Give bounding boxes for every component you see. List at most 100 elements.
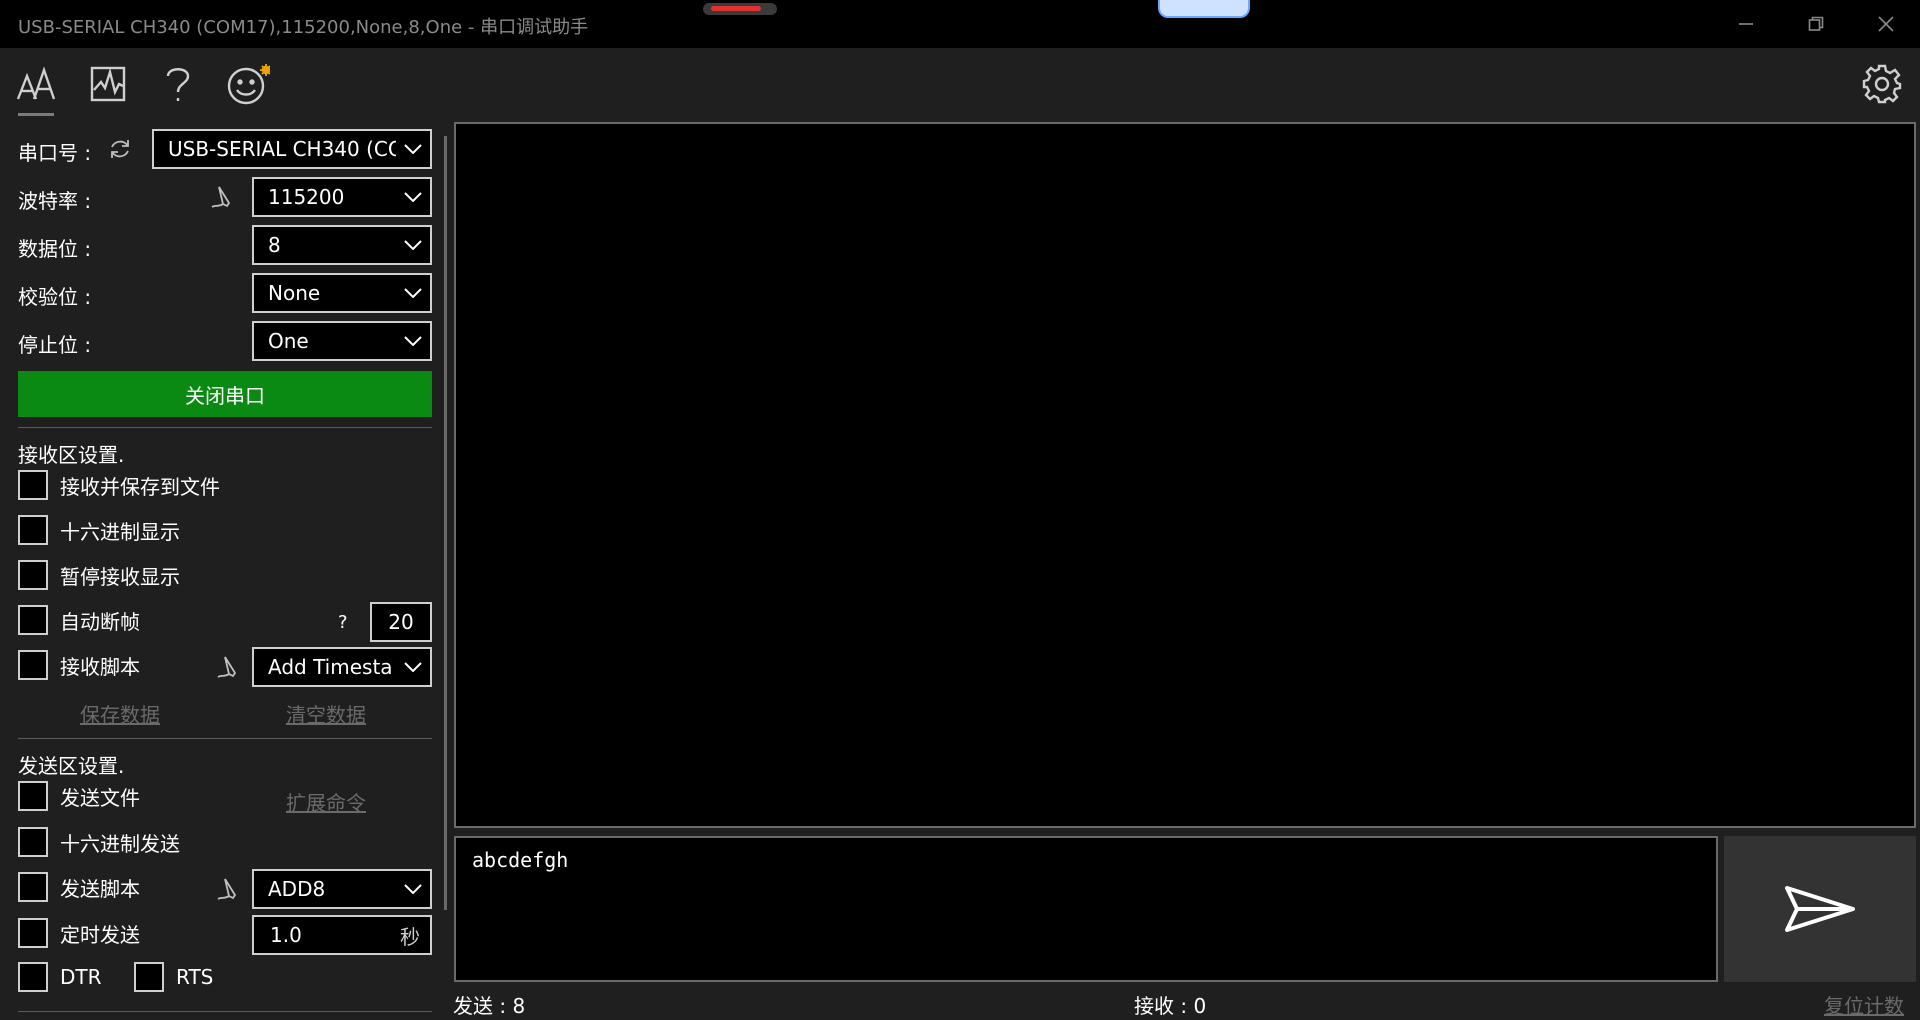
checkbox-box[interactable] — [18, 605, 48, 635]
settings-button[interactable] — [1860, 62, 1904, 106]
save-to-file-checkbox[interactable]: 接收并保存到文件 — [18, 469, 220, 501]
close-icon — [1878, 16, 1894, 32]
restore-button[interactable] — [1782, 0, 1850, 48]
send-script-checkbox[interactable]: 发送脚本 — [18, 871, 140, 903]
receive-script-select[interactable]: Add Timesta — [252, 647, 432, 687]
checkbox-label: 接收脚本 — [60, 654, 140, 679]
sent-count: 发送 : 8 — [453, 994, 526, 1018]
checkbox-box[interactable] — [134, 962, 164, 992]
send-settings-header: 发送区设置. — [18, 754, 125, 778]
send-script-edit-button[interactable] — [214, 875, 242, 903]
databits-select[interactable]: 8 — [252, 225, 432, 265]
send-script-select-value: ADD8 — [268, 877, 326, 901]
stopbits-label: 停止位 : — [18, 333, 92, 357]
timed-interval-value: 1.0 — [270, 923, 302, 947]
checkbox-box[interactable] — [18, 650, 48, 680]
chevron-down-icon — [396, 144, 430, 154]
baud-select[interactable]: 115200 — [252, 177, 432, 217]
toolbar — [0, 48, 1920, 120]
minimize-icon — [1739, 23, 1753, 25]
checkbox-label: 暂停接收显示 — [60, 564, 180, 589]
send-script-select[interactable]: ADD8 — [252, 869, 432, 909]
chevron-down-icon — [396, 240, 430, 250]
chevron-down-icon — [396, 192, 430, 202]
clear-data-link[interactable]: 清空数据 — [286, 699, 366, 728]
received-count: 接收 : 0 — [1134, 994, 1207, 1018]
timed-interval-unit: 秒 — [400, 924, 420, 949]
parity-select-value: None — [268, 281, 321, 305]
extend-command-link[interactable]: 扩展命令 — [286, 787, 366, 816]
text-mode-tab[interactable] — [14, 62, 58, 116]
reset-count-link[interactable]: 复位计数 — [1824, 990, 1904, 1019]
hex-send-checkbox[interactable]: 十六进制发送 — [18, 826, 180, 858]
pen-icon — [217, 656, 237, 678]
left-panel-scrollbar[interactable] — [444, 136, 447, 910]
chart-mode-tab[interactable] — [86, 62, 130, 106]
chevron-down-icon — [396, 662, 430, 672]
port-select[interactable]: USB-SERIAL CH340 (COM — [152, 129, 432, 169]
checkbox-box[interactable] — [18, 962, 48, 992]
feedback-button[interactable] — [226, 62, 270, 106]
chevron-down-icon — [396, 288, 430, 298]
checkbox-label: 发送脚本 — [60, 876, 140, 901]
minimize-button[interactable] — [1712, 0, 1780, 48]
chevron-down-icon — [396, 336, 430, 346]
top-tab-indicator[interactable] — [1158, 0, 1250, 18]
port-select-value: USB-SERIAL CH340 (COM — [168, 137, 396, 161]
chevron-down-icon — [396, 884, 430, 894]
receive-settings-header: 接收区设置. — [18, 443, 125, 467]
checkbox-box[interactable] — [18, 918, 48, 948]
checkbox-label: 十六进制显示 — [60, 519, 180, 544]
databits-select-value: 8 — [268, 233, 281, 257]
window-title: USB-SERIAL CH340 (COM17),115200,None,8,O… — [18, 17, 589, 38]
checkbox-label: 发送文件 — [60, 785, 140, 810]
checkbox-box[interactable] — [18, 470, 48, 500]
baud-select-value: 115200 — [268, 185, 345, 209]
help-button[interactable] — [156, 62, 200, 106]
hex-display-checkbox[interactable]: 十六进制显示 — [18, 514, 180, 546]
close-button[interactable] — [1852, 0, 1920, 48]
receive-area[interactable] — [454, 122, 1916, 828]
send-icon — [1785, 886, 1855, 932]
timed-interval-input[interactable]: 1.0 秒 — [252, 915, 432, 955]
checkbox-box[interactable] — [18, 515, 48, 545]
stopbits-select-value: One — [268, 329, 309, 353]
receive-script-edit-button[interactable] — [214, 653, 242, 681]
auto-frame-checkbox[interactable]: 自动断帧 — [18, 604, 140, 636]
chart-icon — [90, 66, 126, 102]
rts-checkbox[interactable]: RTS — [134, 961, 213, 993]
auto-frame-ms-input[interactable]: 20 — [370, 602, 432, 642]
refresh-icon — [111, 140, 129, 158]
dtr-checkbox[interactable]: DTR — [18, 961, 102, 993]
help-icon — [166, 68, 190, 101]
baud-edit-button[interactable] — [208, 183, 236, 211]
close-port-button[interactable]: 关闭串口 — [18, 371, 432, 417]
pen-icon — [217, 878, 237, 900]
receive-script-select-value: Add Timesta — [268, 655, 393, 679]
checkbox-box[interactable] — [18, 827, 48, 857]
refresh-ports-button[interactable] — [106, 135, 134, 163]
send-button[interactable] — [1724, 836, 1916, 982]
auto-frame-help[interactable]: ? — [338, 612, 348, 633]
stopbits-select[interactable]: One — [252, 321, 432, 361]
pen-icon — [211, 186, 231, 208]
send-file-checkbox[interactable]: 发送文件 — [18, 780, 140, 812]
checkbox-box[interactable] — [18, 560, 48, 590]
timed-send-checkbox[interactable]: 定时发送 — [18, 917, 140, 949]
checkbox-label: 接收并保存到文件 — [60, 474, 220, 499]
save-data-link[interactable]: 保存数据 — [80, 699, 160, 728]
parity-select[interactable]: None — [252, 273, 432, 313]
app-window: USB-SERIAL CH340 (COM17),115200,None,8,O… — [0, 0, 1920, 1020]
checkbox-label: 自动断帧 — [60, 609, 140, 634]
checkbox-box[interactable] — [18, 872, 48, 902]
divider — [18, 427, 432, 428]
receive-script-checkbox[interactable]: 接收脚本 — [18, 649, 140, 681]
smile-icon — [227, 64, 270, 105]
checkbox-label: 十六进制发送 — [60, 831, 180, 856]
checkbox-label: RTS — [176, 965, 214, 989]
send-input[interactable]: abcdefgh — [454, 836, 1718, 982]
text-format-icon — [16, 66, 56, 100]
restore-icon — [1808, 16, 1824, 31]
checkbox-box[interactable] — [18, 781, 48, 811]
pause-display-checkbox[interactable]: 暂停接收显示 — [18, 559, 180, 591]
